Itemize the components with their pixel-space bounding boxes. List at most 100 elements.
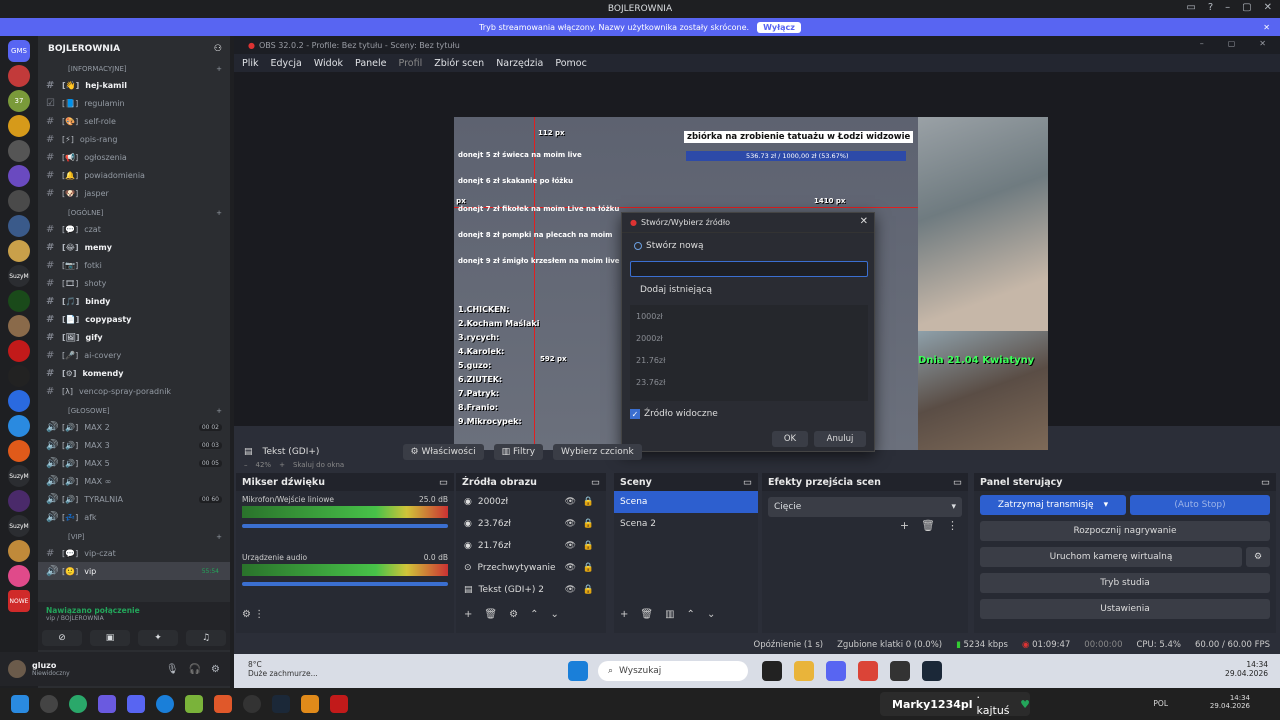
- discord-icon[interactable]: [127, 695, 145, 713]
- source-item[interactable]: ◉ 23.76zł 👁 🔒: [456, 513, 606, 535]
- steam-icon[interactable]: [272, 695, 290, 713]
- down-icon[interactable]: ⌄: [550, 609, 558, 620]
- add-icon[interactable]: +: [464, 609, 472, 620]
- scene-item[interactable]: Scena: [614, 491, 758, 513]
- plus-icon[interactable]: +: [216, 407, 222, 415]
- list-item[interactable]: 23.76zł: [630, 371, 868, 393]
- close-button[interactable]: ✕: [1259, 39, 1266, 48]
- eye-icon[interactable]: 👁: [565, 541, 576, 551]
- volume-slider[interactable]: [242, 582, 448, 586]
- help-icon[interactable]: ?: [1208, 2, 1213, 13]
- list-item[interactable]: 1000zł: [630, 305, 868, 327]
- language-indicator[interactable]: POL: [1153, 699, 1168, 708]
- source-name-input[interactable]: [630, 261, 868, 277]
- close-icon[interactable]: ✕: [1263, 23, 1270, 32]
- server-icon[interactable]: [8, 215, 30, 237]
- maximize-button[interactable]: ▢: [1228, 39, 1236, 48]
- voice-channel[interactable]: 🔊 [💤] afk: [38, 508, 230, 526]
- text-channel[interactable]: # [📢] ogłoszenia: [38, 148, 230, 166]
- select-font-button[interactable]: Wybierz czcionk: [553, 444, 642, 460]
- activities-icon[interactable]: ✦: [138, 630, 178, 646]
- voice-channel[interactable]: 🔊 [🙂] vip 55:54: [38, 562, 230, 580]
- stop-stream-button[interactable]: Zatrzymaj transmisję ▾: [980, 495, 1126, 515]
- category-header[interactable]: [OGÓLNE] +: [38, 206, 230, 220]
- server-icon[interactable]: [8, 165, 30, 187]
- windows-start-icon[interactable]: [568, 661, 588, 681]
- menu-item[interactable]: Pomoc: [555, 58, 587, 69]
- plus-icon[interactable]: +: [216, 65, 222, 73]
- settings-button[interactable]: Ustawienia: [980, 599, 1270, 619]
- server-icon[interactable]: [8, 365, 30, 387]
- server-icon[interactable]: [8, 565, 30, 587]
- server-icon[interactable]: [8, 415, 30, 437]
- steam-icon[interactable]: [922, 661, 942, 681]
- server-icon[interactable]: [8, 440, 30, 462]
- server-icon[interactable]: [8, 65, 30, 87]
- windows-start-icon[interactable]: [11, 695, 29, 713]
- close-button[interactable]: ✕: [1264, 2, 1272, 13]
- add-member-icon[interactable]: ⚇: [214, 44, 222, 54]
- auto-stop-button[interactable]: (Auto Stop): [1130, 495, 1270, 515]
- source-item[interactable]: ▤ Tekst (GDI+) 2 👁 🔒: [456, 579, 606, 601]
- avatar[interactable]: [8, 660, 26, 678]
- app-icon[interactable]: [69, 695, 87, 713]
- filter-icon[interactable]: ▥: [665, 609, 674, 620]
- host-clock[interactable]: 14:34 29.04.2026: [1210, 694, 1250, 710]
- text-channel[interactable]: # [⚡] opis-rang: [38, 130, 230, 148]
- obs-icon[interactable]: [243, 695, 261, 713]
- eye-icon[interactable]: 👁: [565, 497, 576, 507]
- undock-icon[interactable]: ▭: [439, 477, 448, 488]
- chrome-icon[interactable]: [858, 661, 878, 681]
- gear-icon[interactable]: ⚙ ⋮: [242, 609, 264, 620]
- gear-icon[interactable]: ⚙: [1246, 547, 1270, 567]
- server-icon[interactable]: [8, 140, 30, 162]
- text-channel[interactable]: # [🎞] shoty: [38, 274, 230, 292]
- volume-slider[interactable]: [242, 524, 448, 528]
- server-icon[interactable]: [8, 115, 30, 137]
- server-icon[interactable]: SuzyM: [8, 515, 30, 537]
- eye-icon[interactable]: 👁: [565, 519, 576, 529]
- search-box[interactable]: ⌕ Wyszukaj: [598, 661, 748, 681]
- text-channel[interactable]: # [🔔] powiadomienia: [38, 166, 230, 184]
- add-icon[interactable]: +: [620, 609, 628, 620]
- inbox-icon[interactable]: ▭: [1186, 2, 1195, 13]
- voice-channel[interactable]: 🔊 [🔊] MAX 2 00 02: [38, 418, 230, 436]
- voice-channel[interactable]: 🔊 [🔊] MAX 5 00 05: [38, 454, 230, 472]
- undock-icon[interactable]: ▭: [743, 477, 752, 488]
- scene-item[interactable]: Scena 2: [614, 513, 758, 535]
- start-recording-button[interactable]: Rozpocznij nagrywanie: [980, 521, 1270, 541]
- gear-icon[interactable]: ⚙: [509, 609, 518, 620]
- server-icon[interactable]: SuzyM: [8, 465, 30, 487]
- add-icon[interactable]: +: [900, 519, 909, 532]
- soundboard-icon[interactable]: ♫: [186, 630, 226, 646]
- notification-toast[interactable]: Marky1234pl · kajtuś ♥: [880, 691, 1030, 717]
- text-channel[interactable]: # [🖼] gify: [38, 328, 230, 346]
- lock-icon[interactable]: 🔒: [583, 563, 594, 573]
- text-channel[interactable]: # [📷] fotki: [38, 256, 230, 274]
- app-icon[interactable]: [40, 695, 58, 713]
- server-icon[interactable]: [8, 315, 30, 337]
- voice-channel[interactable]: 🔊 [🔊] TYRALNIA 00 60: [38, 490, 230, 508]
- menu-item[interactable]: Panele: [355, 58, 386, 69]
- down-icon[interactable]: ⌄: [707, 609, 715, 620]
- server-icon[interactable]: [8, 240, 30, 262]
- app-icon[interactable]: [185, 695, 203, 713]
- text-channel[interactable]: # [💬] czat: [38, 220, 230, 238]
- minimize-button[interactable]: –: [1200, 39, 1204, 48]
- server-icon[interactable]: [8, 190, 30, 212]
- lock-icon[interactable]: 🔒: [583, 497, 594, 507]
- close-icon[interactable]: ✕: [860, 216, 868, 227]
- source-item[interactable]: ◉ 21.76zł 👁 🔒: [456, 535, 606, 557]
- menu-item[interactable]: Edycja: [271, 58, 302, 69]
- text-channel[interactable]: # [🎵] bindy: [38, 292, 230, 310]
- server-icon[interactable]: SuzyM: [8, 265, 30, 287]
- list-item[interactable]: 21.76zł: [630, 349, 868, 371]
- text-channel[interactable]: ☑ [📘] regulamin: [38, 94, 230, 112]
- disable-streamer-mode-button[interactable]: Wyłącz: [757, 21, 801, 33]
- server-header[interactable]: BOJLEROWNIA ⚇: [38, 36, 230, 62]
- text-channel[interactable]: # [🎨] self-role: [38, 112, 230, 130]
- text-channel[interactable]: # [😂] memy: [38, 238, 230, 256]
- text-channel[interactable]: # [💬] vip-czat: [38, 544, 230, 562]
- server-icon[interactable]: [8, 340, 30, 362]
- menu-item[interactable]: Zbiór scen: [434, 58, 484, 69]
